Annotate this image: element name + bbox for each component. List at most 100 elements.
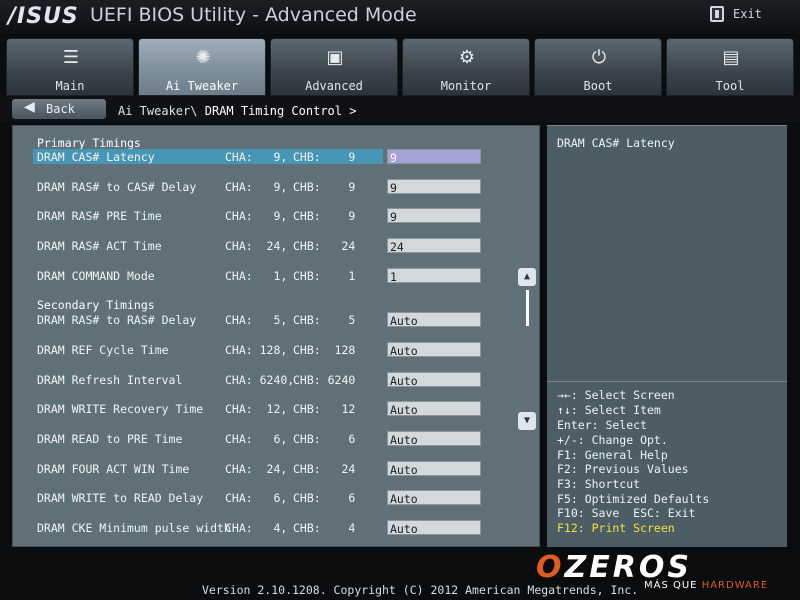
back-button[interactable]: ◀ Back [12,99,106,119]
back-arrow-icon: ◀ [24,99,35,115]
watermark-tagline: MÁS QUE HARDWARE [644,580,769,591]
breadcrumb-current: DRAM Timing Control > [204,104,357,118]
setting-row-write-recovery[interactable]: DRAM WRITE Recovery Time CHA: 12, CHB: 1… [33,401,525,418]
setting-value-input[interactable]: Auto [387,312,481,328]
setting-name: DRAM Refresh Interval [37,373,183,387]
setting-value-input[interactable]: 9 [387,179,481,195]
setting-row-ras-act[interactable]: DRAM RAS# ACT Time CHA: 24, CHB: 24 24 [33,238,525,255]
key-hint: Enter: Select [557,418,648,432]
setting-name: DRAM READ to PRE Time [37,432,183,446]
setting-chb: CHB: 4 [293,521,356,535]
setting-cha: CHA: 12, [225,402,288,416]
setting-name: DRAM COMMAND Mode [37,269,155,283]
setting-name: DRAM WRITE to READ Delay [37,491,204,505]
key-hint-print-screen: F12: Print Screen [557,521,675,535]
scrollbar[interactable]: ▲ ▼ [518,268,536,430]
back-label: Back [46,102,75,116]
setting-row-ref-cycle[interactable]: DRAM REF Cycle Time CHA: 128, CHB: 128 A… [33,342,525,359]
exit-button[interactable]: Exit [700,4,790,26]
setting-value-input[interactable]: Auto [387,520,481,536]
setting-value-input[interactable]: Auto [387,461,481,477]
tab-advanced[interactable]: ▣ Advanced [270,38,398,96]
tab-main[interactable]: ☰ Main [6,38,134,96]
exit-label: Exit [733,7,762,21]
tab-monitor[interactable]: ⚙ Monitor [402,38,530,96]
setting-chb: CHB: 128 [293,343,356,357]
setting-name: DRAM RAS# to RAS# Delay [37,313,197,327]
setting-value-input[interactable]: 1 [387,268,481,284]
tab-label: Monitor [440,79,492,93]
key-hint: F5: Optimized Defaults [557,492,710,506]
setting-chb: CHB: 5 [293,313,356,327]
setting-chb: CHB: 24 [293,239,356,253]
ozeros-watermark-logo: OZEROS MÁS QUE HARDWARE [536,550,790,594]
breadcrumb-parent[interactable]: Ai Tweaker\ [118,104,197,118]
key-hint: F3: Shortcut [557,477,641,491]
scroll-up-icon[interactable]: ▲ [518,268,536,286]
setting-value-input[interactable]: Auto [387,490,481,506]
setting-chb: CHB: 9 [293,180,356,194]
tab-label: Main [55,79,85,93]
setting-row-cke-min-pulse[interactable]: DRAM CKE Minimum pulse width CHA: 4, CHB… [33,520,525,537]
app-title: UEFI BIOS Utility - Advanced Mode [90,4,417,26]
help-text: DRAM CAS# Latency [557,136,675,150]
breadcrumb: Ai Tweaker\ DRAM Timing Control > [118,104,356,118]
setting-row-ras-pre[interactable]: DRAM RAS# PRE Time CHA: 9, CHB: 9 9 [33,208,525,225]
setting-value-input[interactable]: 24 [387,238,481,254]
setting-row-ras-to-cas[interactable]: DRAM RAS# to CAS# Delay CHA: 9, CHB: 9 9 [33,179,525,196]
setting-row-cas-latency[interactable]: DRAM CAS# Latency CHA: 9, CHB: 9 9 [33,149,525,166]
setting-row-refresh-interval[interactable]: DRAM Refresh Interval CHA: 6240, CHB: 62… [33,372,525,389]
scroll-thumb[interactable] [526,290,529,326]
tab-label: Tool [715,79,745,93]
setting-chb: CHB: 12 [293,402,356,416]
thermometer-icon: ⚙ [458,47,476,68]
setting-name: DRAM RAS# ACT Time [37,239,162,253]
key-hint: +/-: Change Opt. [557,433,668,447]
setting-cha: CHA: 9, [225,150,288,164]
setting-row-read-to-pre[interactable]: DRAM READ to PRE Time CHA: 6, CHB: 6 Aut… [33,431,525,448]
tab-tool[interactable]: ▤ Tool [666,38,794,96]
power-icon: ⏻ [591,47,607,68]
setting-cha: CHA: 6, [225,432,288,446]
setting-name: DRAM RAS# PRE Time [37,209,162,223]
setting-cha: CHA: 128, [225,343,288,357]
setting-row-write-to-read[interactable]: DRAM WRITE to READ Delay CHA: 6, CHB: 6 … [33,490,525,507]
setting-chb: CHB: 24 [293,462,356,476]
setting-chb: CHB: 6 [293,432,356,446]
main-tabs: ☰ Main ✺ Ai Tweaker ▣ Advanced ⚙ Monitor… [0,38,800,96]
setting-name: DRAM CAS# Latency [37,150,155,164]
help-panel: DRAM CAS# Latency [547,125,787,381]
tweaker-icon: ✺ [195,47,211,68]
setting-name: DRAM CKE Minimum pulse width [37,521,231,535]
setting-chb: CHB: 9 [293,209,356,223]
setting-chb: CHB: 1 [293,269,356,283]
setting-cha: CHA: 1, [225,269,288,283]
setting-value-input[interactable]: 9 [387,149,481,165]
tab-ai-tweaker[interactable]: ✺ Ai Tweaker [138,38,266,96]
toolbox-icon: ▤ [722,47,740,68]
setting-row-command-mode[interactable]: DRAM COMMAND Mode CHA: 1, CHB: 1 1 [33,268,525,285]
setting-row-four-act-win[interactable]: DRAM FOUR ACT WIN Time CHA: 24, CHB: 24 … [33,461,525,478]
setting-chb: CHB: 6240 [293,373,356,387]
setting-value-input[interactable]: 9 [387,208,481,224]
setting-name: DRAM FOUR ACT WIN Time [37,462,190,476]
setting-cha: CHA: 6, [225,491,288,505]
setting-value-input[interactable]: Auto [387,342,481,358]
settings-panel: Primary Timings DRAM CAS# Latency CHA: 9… [12,125,540,547]
setting-row-ras-to-ras[interactable]: DRAM RAS# to RAS# Delay CHA: 5, CHB: 5 A… [33,312,525,329]
key-hint: F2: Previous Values [557,462,689,476]
tab-label: Ai Tweaker [165,79,239,93]
advanced-icon: ▣ [326,47,344,68]
setting-cha: CHA: 24, [225,239,288,253]
setting-value-input[interactable]: Auto [387,431,481,447]
setting-cha: CHA: 24, [225,462,288,476]
setting-value-input[interactable]: Auto [387,401,481,417]
tab-label: Advanced [305,79,363,93]
setting-chb: CHB: 9 [293,150,356,164]
setting-value-input[interactable]: Auto [387,372,481,388]
scroll-down-icon[interactable]: ▼ [518,412,536,430]
key-hint: →←: Select Screen [557,388,675,402]
tab-boot[interactable]: ⏻ Boot [534,38,662,96]
setting-cha: CHA: 5, [225,313,288,327]
asus-logo: /ISUS [8,4,79,29]
